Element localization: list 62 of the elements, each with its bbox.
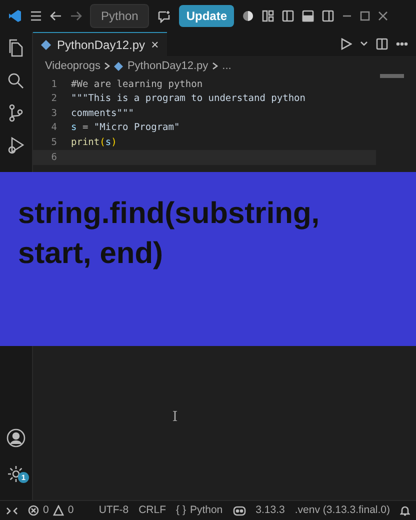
copilot-icon[interactable] [232, 505, 246, 516]
update-button[interactable]: Update [179, 5, 234, 27]
chat-icon[interactable] [157, 10, 172, 22]
code-line: print(s) [71, 136, 117, 150]
close-tab-button[interactable]: × [151, 34, 159, 54]
layout-grid-icon[interactable] [262, 10, 274, 22]
forward-arrow-icon[interactable] [70, 11, 82, 21]
editor-tab[interactable]: PythonDay12.py × [33, 32, 167, 56]
text-cursor-icon [172, 411, 178, 421]
line-number: 2 [50, 92, 58, 106]
code-line: """This is a program to understand python [71, 92, 306, 106]
python-version-status[interactable]: 3.13.3 [256, 502, 285, 518]
minimap-drawing [380, 74, 404, 78]
close-icon[interactable] [378, 11, 388, 21]
line-number: 3 [50, 106, 58, 121]
tab-label: PythonDay12.py [57, 36, 146, 54]
banner-text: start, end) [18, 236, 164, 272]
python-file-icon [41, 40, 51, 50]
dropdown-caret-icon[interactable] [360, 41, 368, 47]
code-line: comments""" [71, 106, 134, 121]
error-count[interactable]: 0 [43, 502, 49, 518]
remote-icon[interactable] [6, 506, 18, 516]
warning-icon[interactable] [52, 505, 64, 516]
bell-icon[interactable] [400, 505, 410, 516]
breadcrumb-item[interactable]: Videoprogs [45, 58, 100, 74]
more-actions-icon[interactable] [396, 42, 408, 46]
chevron-icon [212, 62, 218, 70]
python-file-icon [114, 62, 124, 71]
line-number: 6 [50, 150, 58, 165]
line-number: 5 [50, 136, 58, 150]
line-ending-status[interactable]: CRLF [138, 502, 166, 518]
chevron-icon [104, 62, 110, 70]
encoding-status[interactable]: UTF-8 [98, 502, 129, 518]
line-number: 4 [50, 121, 58, 136]
run-debug-icon[interactable] [7, 136, 25, 154]
language-icon[interactable]: { } [176, 502, 186, 518]
search-field[interactable]: Python [90, 4, 150, 28]
banner-text: string.find(substring, [18, 196, 321, 232]
menu-icon[interactable] [30, 11, 42, 21]
breadcrumb-item[interactable]: PythonDay12.py [127, 58, 208, 74]
back-arrow-icon[interactable] [50, 11, 62, 21]
split-editor-icon[interactable] [376, 38, 388, 50]
breadcrumb-item[interactable]: ... [222, 58, 232, 74]
line-number: 1 [50, 78, 58, 92]
files-icon[interactable] [7, 38, 25, 58]
code-line: s = "Micro Program" [71, 121, 180, 136]
panel-toggle-icon[interactable] [302, 10, 314, 22]
maximize-icon[interactable] [360, 11, 370, 21]
warning-count[interactable]: 0 [68, 502, 74, 518]
environment-status[interactable]: .venv (3.13.3.final.0) [294, 502, 390, 518]
settings-icon[interactable] [7, 464, 25, 483]
sidebar-toggle-icon[interactable] [282, 10, 294, 22]
secondary-sidebar-icon[interactable] [322, 10, 334, 22]
code-line: #We are learning python [71, 78, 203, 92]
language-status[interactable]: Python [190, 502, 223, 518]
error-icon[interactable] [28, 505, 39, 516]
theme-icon[interactable] [242, 10, 254, 22]
account-icon[interactable] [6, 428, 26, 448]
source-control-icon[interactable] [8, 104, 24, 122]
app-logo-icon [8, 9, 22, 23]
run-icon[interactable] [340, 38, 352, 50]
search-icon[interactable] [7, 72, 25, 90]
